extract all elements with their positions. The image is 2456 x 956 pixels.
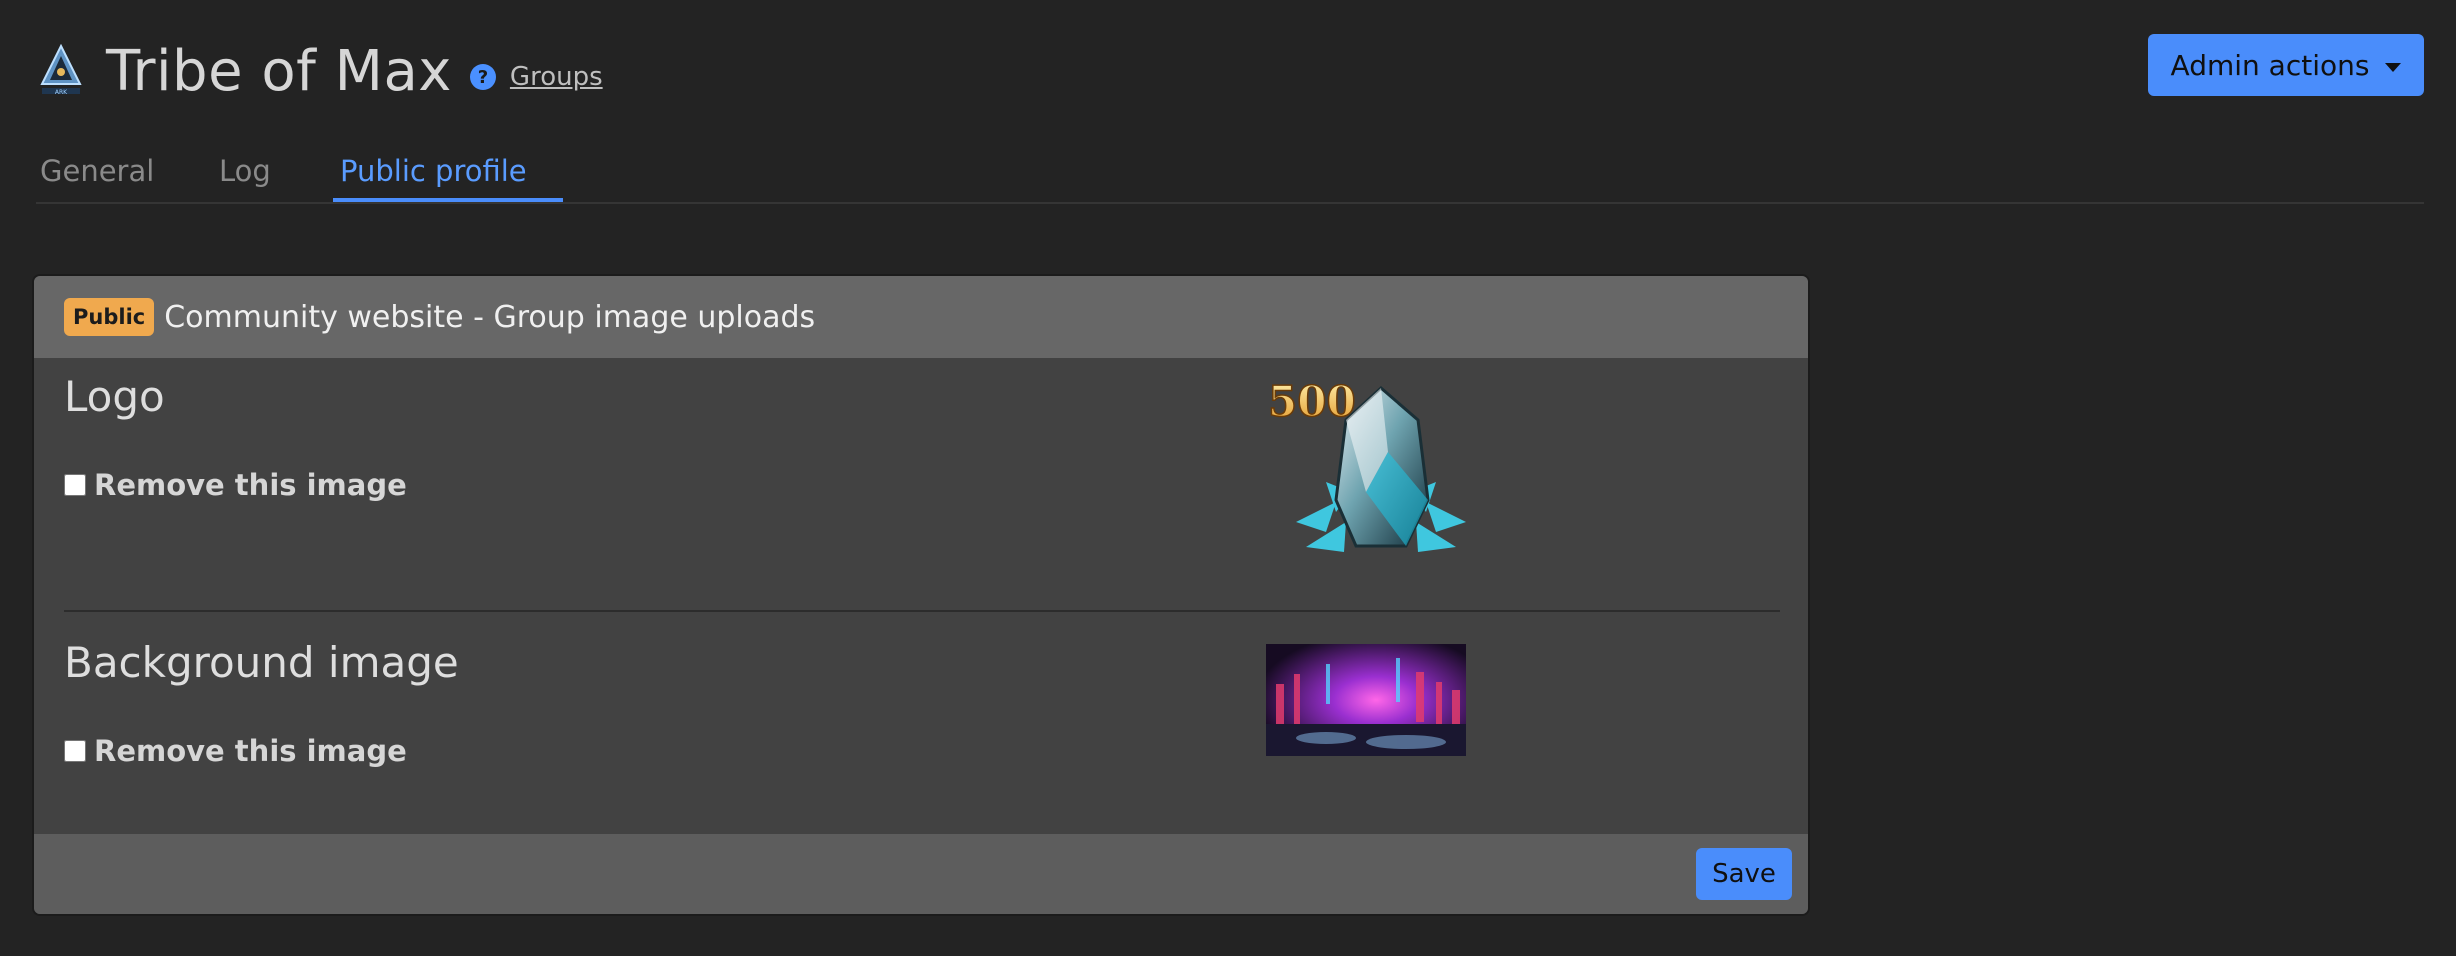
background-image [1266, 644, 1466, 756]
background-heading: Background image [64, 638, 459, 687]
svg-text:ARK: ARK [55, 89, 68, 96]
public-badge: Public [64, 298, 155, 336]
page: ARK Tribe of Max ? Groups Admin actions … [0, 0, 2456, 956]
admin-actions-label: Admin actions [2170, 48, 2370, 82]
image-uploads-card: Public Community website - Group image u… [32, 274, 1810, 916]
page-header: ARK Tribe of Max ? Groups [36, 36, 603, 106]
remove-logo-row: Remove this image [64, 468, 407, 502]
logo-heading: Logo [64, 372, 165, 421]
tab-general[interactable]: General [40, 154, 154, 188]
admin-actions-button[interactable]: Admin actions [2148, 34, 2424, 96]
active-tab-indicator [333, 198, 563, 202]
logo-image-number: 500 [1268, 377, 1356, 426]
caret-down-icon [2385, 62, 2402, 72]
group-logo-icon: ARK [40, 44, 82, 96]
page-title: Tribe of Max [106, 38, 452, 104]
section-divider [64, 610, 1780, 612]
tab-bar: General Log Public profile [36, 140, 2424, 204]
remove-background-checkbox[interactable] [64, 740, 86, 762]
remove-logo-label[interactable]: Remove this image [94, 468, 407, 502]
remove-background-row: Remove this image [64, 734, 407, 768]
card-footer: Save [34, 834, 1808, 914]
save-button[interactable]: Save [1696, 848, 1792, 900]
logo-image: 500 [1267, 376, 1466, 552]
groups-link[interactable]: Groups [510, 62, 603, 92]
card-header: Public Community website - Group image u… [34, 276, 1808, 358]
remove-background-label[interactable]: Remove this image [94, 734, 407, 768]
remove-logo-checkbox[interactable] [64, 474, 86, 496]
question-circle-icon[interactable]: ? [469, 64, 496, 90]
tab-public-profile[interactable]: Public profile [340, 154, 527, 188]
tab-log[interactable]: Log [219, 154, 271, 188]
card-title: Community website - Group image uploads [164, 299, 816, 335]
